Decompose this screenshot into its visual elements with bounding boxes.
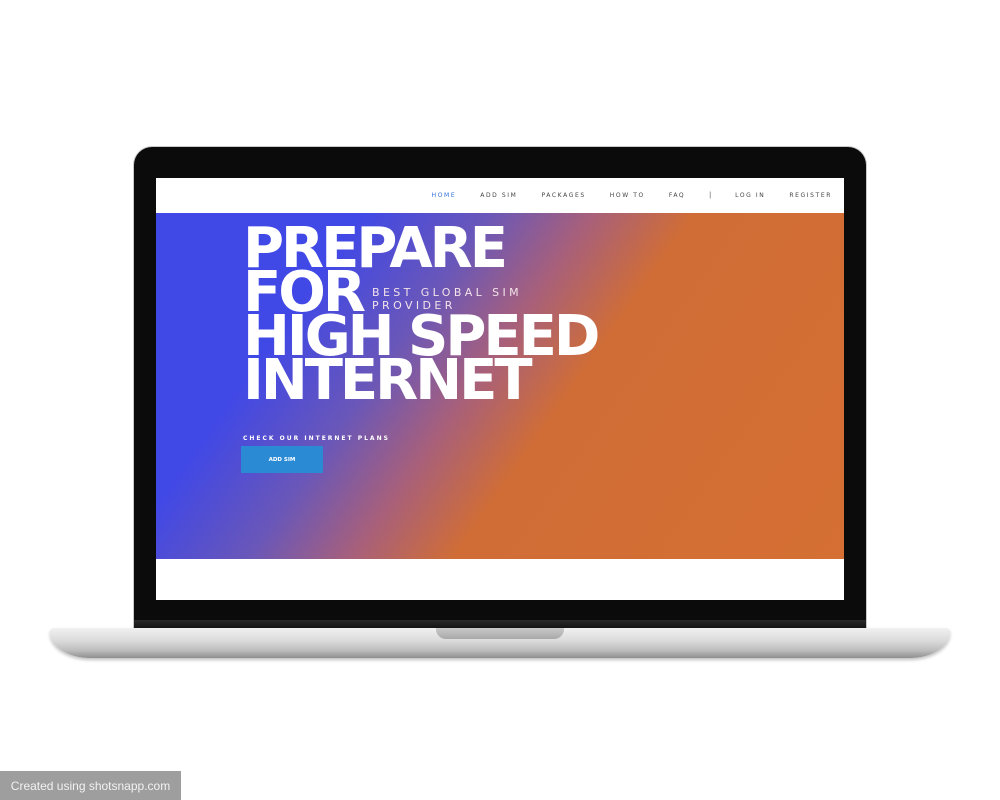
watermark: Created using shotsnapp.com	[0, 771, 181, 800]
nav-item-add-sim[interactable]: ADD SIM	[468, 192, 529, 199]
nav-menu: HOME ADD SIM PACKAGES HOW TO FAQ | LOG I…	[420, 178, 844, 213]
laptop-screen: HOME ADD SIM PACKAGES HOW TO FAQ | LOG I…	[156, 178, 844, 600]
nav-item-register[interactable]: REGISTER	[777, 192, 844, 199]
nav-item-home[interactable]: HOME	[420, 192, 469, 199]
nav-item-login[interactable]: LOG IN	[723, 192, 777, 199]
hero-line-4: INTERNET	[243, 348, 533, 413]
nav-item-faq[interactable]: FAQ	[657, 192, 697, 199]
laptop-notch	[436, 628, 564, 639]
nav-separator: |	[709, 192, 712, 199]
hero-subtitle-line-2: PROVIDER	[372, 299, 456, 312]
hero-subtitle-line-1: BEST GLOBAL SIM	[372, 286, 523, 299]
top-navbar: HOME ADD SIM PACKAGES HOW TO FAQ | LOG I…	[156, 178, 844, 213]
nav-item-packages[interactable]: PACKAGES	[529, 192, 597, 199]
hero-section: PREPARE FOR HIGH SPEED INTERNET BEST GLO…	[156, 213, 844, 559]
content-below-hero	[156, 559, 844, 600]
nav-item-how-to[interactable]: HOW TO	[598, 192, 657, 199]
add-sim-button[interactable]: ADD SIM	[241, 446, 323, 473]
cta-caption: CHECK OUR INTERNET PLANS	[243, 435, 390, 442]
